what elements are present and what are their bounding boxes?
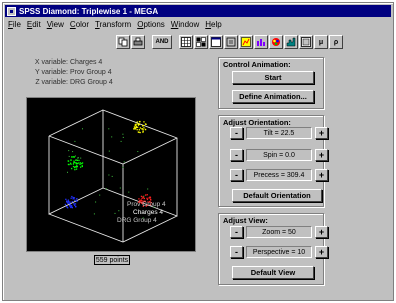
default-view-button[interactable]: Default View bbox=[232, 266, 314, 279]
precess-field: Precess = 309.4 bbox=[246, 169, 312, 181]
spin-plus-button[interactable]: + bbox=[315, 149, 328, 161]
menu-transform[interactable]: Transform bbox=[95, 20, 131, 29]
menu-bar: File Edit View Color Transform Options W… bbox=[5, 19, 391, 30]
mu-button[interactable]: μ bbox=[314, 35, 328, 49]
tilt-field: Tilt = 22.5 bbox=[246, 127, 312, 139]
control-animation-title: Control Animation: bbox=[223, 60, 291, 69]
tilt-plus-button[interactable]: + bbox=[315, 127, 328, 139]
grid-icon[interactable] bbox=[194, 35, 208, 49]
start-button[interactable]: Start bbox=[232, 71, 314, 84]
z-variable-value: DRG Group 4 bbox=[70, 79, 113, 86]
menu-help[interactable]: Help bbox=[205, 20, 221, 29]
menu-window[interactable]: Window bbox=[171, 20, 199, 29]
perspective-plus-button[interactable]: + bbox=[315, 246, 328, 258]
adjust-orientation-title: Adjust Orientation: bbox=[223, 118, 291, 127]
and-button[interactable]: AND bbox=[152, 35, 172, 49]
point-cluster-0 bbox=[133, 120, 147, 134]
window-title: SPSS Diamond: Triplewise 1 - MEGA bbox=[19, 6, 159, 16]
axis-label-prov: Prov Group 4 bbox=[127, 201, 166, 208]
menu-color[interactable]: Color bbox=[70, 20, 89, 29]
zoom-field: Zoom = 50 bbox=[246, 226, 312, 238]
app-icon[interactable] bbox=[7, 6, 16, 16]
histogram-icon[interactable] bbox=[284, 35, 298, 49]
menu-options[interactable]: Options bbox=[137, 20, 165, 29]
point-count: 559 points bbox=[94, 255, 130, 265]
precess-plus-button[interactable]: + bbox=[315, 169, 328, 181]
perspective-minus-button[interactable]: - bbox=[230, 246, 243, 258]
menu-view[interactable]: View bbox=[47, 20, 64, 29]
x-variable-label: X variable: bbox=[34, 59, 68, 66]
variable-list: X variable: Charges 4 Y variable: Prov G… bbox=[20, 58, 113, 88]
panel-icon[interactable] bbox=[299, 35, 313, 49]
point-cluster-3 bbox=[64, 195, 78, 209]
adjust-view-title: Adjust View: bbox=[223, 216, 268, 225]
bars-icon[interactable] bbox=[254, 35, 268, 49]
y-variable-value: Prov Group 4 bbox=[70, 69, 112, 76]
axis-label-charges: Charges 4 bbox=[133, 209, 163, 216]
print-icon[interactable] bbox=[131, 35, 145, 49]
zoom-minus-button[interactable]: - bbox=[230, 226, 243, 238]
menu-file[interactable]: File bbox=[8, 20, 21, 29]
bounding-box bbox=[48, 109, 178, 243]
color-palette-icon[interactable] bbox=[269, 35, 283, 49]
z-variable-label: Z variable: bbox=[35, 79, 68, 86]
zoom-plus-button[interactable]: + bbox=[315, 226, 328, 238]
spin-field: Spin = 0.0 bbox=[246, 149, 312, 161]
toolbar: AND μ ρ bbox=[116, 35, 343, 51]
frame-icon[interactable] bbox=[224, 35, 238, 49]
default-orientation-button[interactable]: Default Orientation bbox=[232, 189, 322, 202]
perspective-field: Perspective = 10 bbox=[246, 246, 312, 258]
spin-minus-button[interactable]: - bbox=[230, 149, 243, 161]
3d-plot-area[interactable]: Prov Group 4 Charges 4 DRG Group 4 bbox=[26, 97, 196, 252]
axis-label-drg: DRG Group 4 bbox=[117, 217, 157, 224]
copy-icon[interactable] bbox=[116, 35, 130, 49]
plot-icon[interactable] bbox=[239, 35, 253, 49]
spreadsheet-icon[interactable] bbox=[179, 35, 193, 49]
rho-button[interactable]: ρ bbox=[329, 35, 343, 49]
window-icon[interactable] bbox=[209, 35, 223, 49]
tilt-minus-button[interactable]: - bbox=[230, 127, 243, 139]
y-variable-label: Y variable: bbox=[35, 69, 68, 76]
define-animation-button[interactable]: Define Animation... bbox=[232, 90, 314, 103]
x-variable-value: Charges 4 bbox=[70, 59, 103, 66]
title-bar[interactable]: SPSS Diamond: Triplewise 1 - MEGA bbox=[5, 5, 391, 17]
precess-minus-button[interactable]: - bbox=[230, 169, 243, 181]
menu-edit[interactable]: Edit bbox=[27, 20, 41, 29]
rotating-scatter-plot[interactable]: Prov Group 4 Charges 4 DRG Group 4 bbox=[27, 98, 195, 251]
